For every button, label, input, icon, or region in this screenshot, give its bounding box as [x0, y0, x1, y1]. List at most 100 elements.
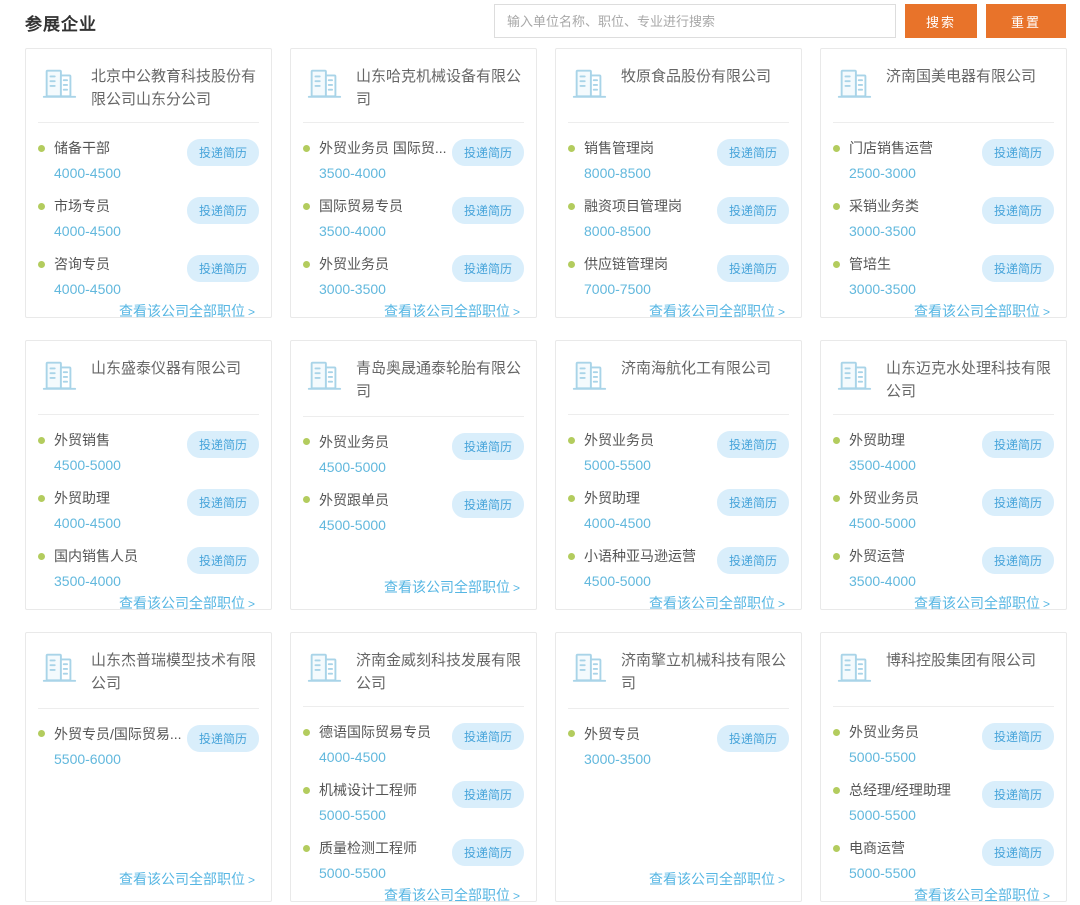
company-card-header: 济南擎立机械科技有限公司	[568, 645, 789, 709]
card-footer: 查看该公司全部职位>	[568, 589, 789, 613]
apply-resume-button[interactable]: 投递简历	[982, 547, 1054, 574]
job-salary: 3500-4000	[849, 457, 982, 473]
apply-resume-button[interactable]: 投递简历	[982, 781, 1054, 808]
company-card: 牧原食品股份有限公司 销售管理岗 8000-8500 投递简历 融资项目管理岗 …	[555, 48, 802, 318]
apply-resume-button[interactable]: 投递简历	[982, 255, 1054, 282]
apply-resume-button[interactable]: 投递简历	[452, 723, 524, 750]
job-salary: 3500-4000	[849, 573, 982, 589]
apply-resume-button[interactable]: 投递简历	[717, 725, 789, 752]
view-all-positions-link[interactable]: 查看该公司全部职位>	[649, 303, 785, 319]
apply-resume-button[interactable]: 投递简历	[717, 255, 789, 282]
apply-resume-button[interactable]: 投递简历	[982, 723, 1054, 750]
job-title: 电商运营	[849, 838, 905, 858]
job-item: 外贸业务员 5000-5500 投递简历	[568, 430, 789, 473]
bullet-dot-icon	[303, 438, 310, 445]
view-all-positions-link[interactable]: 查看该公司全部职位>	[649, 595, 785, 611]
job-list: 储备干部 4000-4500 投递简历 市场专员 4000-4500 投递简历 …	[38, 123, 259, 297]
job-info: 市场专员 4000-4500	[38, 196, 187, 239]
job-title: 储备干部	[54, 138, 110, 158]
job-salary: 8000-8500	[584, 223, 717, 239]
view-all-positions-link[interactable]: 查看该公司全部职位>	[119, 871, 255, 887]
apply-resume-button[interactable]: 投递简历	[717, 139, 789, 166]
job-info: 总经理/经理助理 5000-5500	[833, 780, 982, 823]
job-info: 咨询专员 4000-4500	[38, 254, 187, 297]
apply-resume-button[interactable]: 投递简历	[187, 255, 259, 282]
card-footer: 查看该公司全部职位>	[38, 297, 259, 321]
company-card-grid: 北京中公教育科技股份有限公司山东分公司 储备干部 4000-4500 投递简历 …	[0, 44, 1080, 902]
view-all-positions-link[interactable]: 查看该公司全部职位>	[119, 595, 255, 611]
job-info: 国内销售人员 3500-4000	[38, 546, 187, 589]
job-item: 德语国际贸易专员 4000-4500 投递简历	[303, 722, 524, 765]
reset-button[interactable]: 重置	[986, 4, 1066, 38]
company-card: 山东哈克机械设备有限公司 外贸业务员 国际贸... 3500-4000 投递简历…	[290, 48, 537, 318]
apply-resume-button[interactable]: 投递简历	[717, 197, 789, 224]
apply-resume-button[interactable]: 投递简历	[452, 197, 524, 224]
job-info: 机械设计工程师 5000-5500	[303, 780, 452, 823]
company-card: 山东迈克水处理科技有限公司 外贸助理 3500-4000 投递简历 外贸业务员 …	[820, 340, 1067, 610]
apply-resume-button[interactable]: 投递简历	[187, 139, 259, 166]
apply-resume-button[interactable]: 投递简历	[717, 489, 789, 516]
job-title: 德语国际贸易专员	[319, 722, 431, 742]
job-info: 外贸业务员 5000-5500	[568, 430, 717, 473]
view-all-positions-link[interactable]: 查看该公司全部职位>	[384, 303, 520, 319]
job-item: 外贸业务员 3000-3500 投递简历	[303, 254, 524, 297]
job-list: 外贸业务员 4500-5000 投递简历 外贸跟单员 4500-5000 投递简…	[303, 417, 524, 533]
apply-resume-button[interactable]: 投递简历	[187, 197, 259, 224]
bullet-dot-icon	[568, 495, 575, 502]
job-salary: 3500-4000	[54, 573, 187, 589]
view-all-positions-link[interactable]: 查看该公司全部职位>	[384, 579, 520, 595]
apply-resume-button[interactable]: 投递简历	[717, 431, 789, 458]
apply-resume-button[interactable]: 投递简历	[982, 489, 1054, 516]
view-all-positions-link[interactable]: 查看该公司全部职位>	[914, 303, 1050, 319]
view-all-positions-link[interactable]: 查看该公司全部职位>	[384, 887, 520, 903]
bullet-dot-icon	[833, 261, 840, 268]
job-salary: 4000-4500	[54, 165, 187, 181]
apply-resume-button[interactable]: 投递简历	[452, 139, 524, 166]
view-all-positions-link[interactable]: 查看该公司全部职位>	[119, 303, 255, 319]
job-item: 采销业务类 3000-3500 投递简历	[833, 196, 1054, 239]
search-button[interactable]: 搜索	[905, 4, 977, 38]
company-card-header: 济南国美电器有限公司	[833, 61, 1054, 123]
company-card: 济南国美电器有限公司 门店销售运营 2500-3000 投递简历 采销业务类 3…	[820, 48, 1067, 318]
search-input[interactable]	[494, 4, 896, 38]
apply-resume-button[interactable]: 投递简历	[982, 139, 1054, 166]
job-info: 供应链管理岗 7000-7500	[568, 254, 717, 297]
company-name: 山东杰普瑞模型技术有限公司	[91, 647, 257, 696]
card-footer: 查看该公司全部职位>	[833, 297, 1054, 321]
job-title: 外贸专员/国际贸易...	[54, 724, 182, 744]
bullet-dot-icon	[303, 729, 310, 736]
company-building-icon	[570, 649, 608, 692]
apply-resume-button[interactable]: 投递简历	[982, 431, 1054, 458]
apply-resume-button[interactable]: 投递简历	[982, 839, 1054, 866]
apply-resume-button[interactable]: 投递简历	[452, 491, 524, 518]
job-salary: 3000-3500	[849, 223, 982, 239]
bullet-dot-icon	[833, 553, 840, 560]
job-item: 外贸运营 3500-4000 投递简历	[833, 546, 1054, 589]
apply-resume-button[interactable]: 投递简历	[187, 489, 259, 516]
chevron-right-icon: >	[1043, 305, 1050, 319]
apply-resume-button[interactable]: 投递简历	[187, 547, 259, 574]
job-title: 外贸助理	[849, 430, 905, 450]
card-footer: 查看该公司全部职位>	[303, 297, 524, 321]
apply-resume-button[interactable]: 投递简历	[187, 725, 259, 752]
bullet-dot-icon	[303, 203, 310, 210]
view-all-positions-link[interactable]: 查看该公司全部职位>	[914, 887, 1050, 903]
apply-resume-button[interactable]: 投递简历	[717, 547, 789, 574]
apply-resume-button[interactable]: 投递简历	[452, 255, 524, 282]
apply-resume-button[interactable]: 投递简历	[982, 197, 1054, 224]
view-all-positions-link[interactable]: 查看该公司全部职位>	[649, 871, 785, 887]
card-footer: 查看该公司全部职位>	[303, 881, 524, 905]
bullet-dot-icon	[568, 730, 575, 737]
apply-resume-button[interactable]: 投递简历	[452, 839, 524, 866]
job-salary: 2500-3000	[849, 165, 982, 181]
apply-resume-button[interactable]: 投递简历	[452, 433, 524, 460]
apply-resume-button[interactable]: 投递简历	[187, 431, 259, 458]
bullet-dot-icon	[38, 145, 45, 152]
job-item: 外贸业务员 5000-5500 投递简历	[833, 722, 1054, 765]
company-building-icon	[570, 357, 608, 400]
job-info: 外贸业务员 5000-5500	[833, 722, 982, 765]
company-name: 山东盛泰仪器有限公司	[91, 355, 241, 380]
apply-resume-button[interactable]: 投递简历	[452, 781, 524, 808]
job-info: 外贸业务员 4500-5000	[303, 432, 452, 475]
view-all-positions-link[interactable]: 查看该公司全部职位>	[914, 595, 1050, 611]
